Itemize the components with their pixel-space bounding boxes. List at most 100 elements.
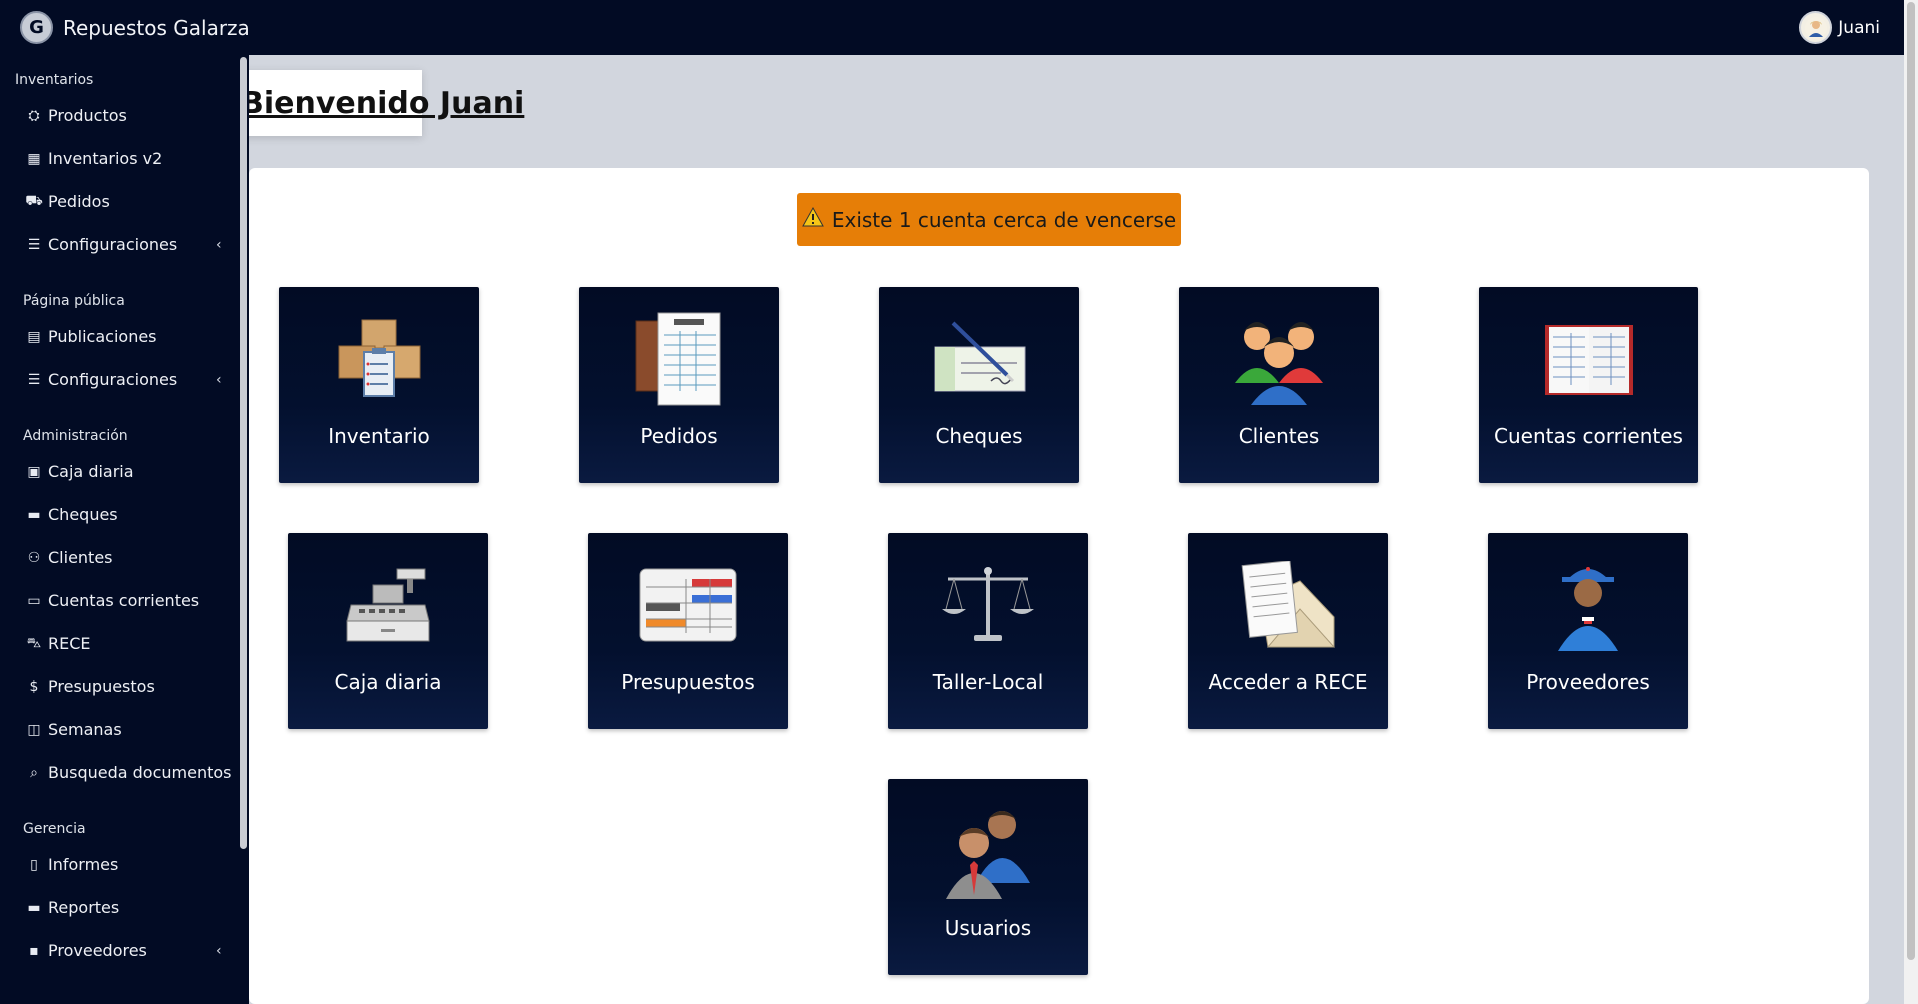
sidebar-item-reportes[interactable]: ▬ Reportes — [0, 886, 249, 929]
sliders-icon: ☰ — [27, 236, 41, 253]
sidebar-item-label: Busqueda documentos — [48, 763, 232, 782]
tile-proveedores[interactable]: Proveedores — [1488, 533, 1688, 729]
tile-label: Clientes — [1238, 424, 1320, 448]
sidebar-item-label: Productos — [48, 106, 127, 125]
sidebar-item-label: Presupuestos — [48, 677, 155, 696]
grid-icon: ▦ — [27, 150, 41, 167]
sidebar-section-administracion: Administración — [23, 428, 128, 444]
receipt-envelope-icon — [1238, 555, 1338, 655]
sidebar-item-proveedores[interactable]: ▪ Proveedores ‹ — [0, 929, 249, 972]
sidebar-scrollbar[interactable] — [240, 57, 247, 849]
sidebar-section-inventarios: Inventarios — [15, 72, 94, 88]
sidebar-item-label: Inventarios v2 — [48, 149, 163, 168]
columns-icon: ◫ — [27, 721, 41, 738]
tile-label: Acceder a RECE — [1208, 670, 1368, 694]
dollar-icon: $ — [29, 678, 39, 695]
page-scrollbar-thumb[interactable] — [1907, 2, 1915, 960]
tile-clientes[interactable]: Clientes — [1179, 287, 1379, 483]
sidebar-item-rece[interactable]: ⛍ RECE — [0, 622, 249, 665]
sidebar-item-cheques[interactable]: ▬ Cheques — [0, 493, 249, 536]
tile-cheques[interactable]: Cheques — [879, 287, 1079, 483]
search-icon: ⌕ — [30, 764, 38, 781]
cubes-icon: ⛭ — [28, 107, 40, 124]
folder-open-icon: ▭ — [27, 592, 41, 609]
truck-icon: ⛟ — [25, 192, 43, 209]
tile-acceder-rece[interactable]: Acceder a RECE — [1188, 533, 1388, 729]
sidebar-section-pagina-publica: Página pública — [23, 293, 125, 309]
sidebar-item-semanas[interactable]: ◫ Semanas — [0, 708, 249, 751]
sidebar-item-productos[interactable]: ⛭ Productos — [0, 94, 249, 137]
users-icon: ⚇ — [27, 549, 41, 566]
sidebar-item-inventarios-v2[interactable]: ▦ Inventarios v2 — [0, 137, 249, 180]
tile-label: Inventario — [328, 424, 430, 448]
brand-logo-icon: G — [20, 11, 53, 44]
tile-label: Taller-Local — [932, 670, 1044, 694]
top-navbar: G Repuestos Galarza Juani — [0, 0, 1904, 55]
tile-label: Caja diaria — [334, 670, 442, 694]
sidebar-item-label: Semanas — [48, 720, 122, 739]
brand[interactable]: G Repuestos Galarza — [0, 11, 250, 44]
chevron-left-icon: ‹ — [216, 371, 222, 388]
sidebar-item-label: Cuentas corrientes — [48, 591, 200, 610]
user-name: Juani — [1838, 17, 1880, 38]
tile-usuarios[interactable]: Usuarios — [888, 779, 1088, 975]
sidebar-section-gerencia: Gerencia — [23, 821, 86, 837]
sidebar-item-pedidos[interactable]: ⛟ Pedidos — [0, 180, 249, 223]
tile-label: Cheques — [935, 424, 1023, 448]
tile-caja-diaria[interactable]: Caja diaria — [288, 533, 488, 729]
store-icon: ▤ — [27, 328, 41, 345]
user-menu[interactable]: Juani — [1799, 11, 1904, 44]
sidebar-item-busqueda-documentos[interactable]: ⌕ Busqueda documentos — [0, 751, 249, 794]
delivery-man-icon — [1538, 555, 1638, 655]
tile-label: Pedidos — [640, 424, 718, 448]
cart-icon: ⛍ — [26, 634, 42, 651]
sidebar-item-presupuestos[interactable]: $ Presupuestos — [0, 665, 249, 708]
sidebar-item-label: Cheques — [48, 505, 118, 524]
tile-pedidos[interactable]: Pedidos — [579, 287, 779, 483]
sidebar-item-configuraciones-publica[interactable]: ☰ Configuraciones ‹ — [0, 358, 249, 401]
expiry-alert[interactable]: Existe 1 cuenta cerca de vencerse — [797, 193, 1181, 246]
ledger-book-icon — [1539, 309, 1639, 409]
tile-inventario[interactable]: Inventario — [279, 287, 479, 483]
sidebar-item-caja-diaria[interactable]: ▣ Caja diaria — [0, 450, 249, 493]
welcome-title: Bienvenido Juani — [241, 86, 525, 121]
chevron-left-icon: ‹ — [216, 236, 222, 253]
cash-register-icon: ▣ — [27, 463, 41, 480]
quote-table-icon — [638, 555, 738, 655]
order-form-icon — [629, 309, 729, 409]
tile-label: Cuentas corrientes — [1494, 424, 1683, 448]
cash-register-icon — [338, 555, 438, 655]
sidebar-item-label: Proveedores — [48, 941, 147, 960]
sidebar-item-label: Configuraciones — [48, 370, 178, 389]
tile-taller-local[interactable]: Taller-Local — [888, 533, 1088, 729]
sidebar-item-label: RECE — [48, 634, 91, 653]
sidebar-item-label: Pedidos — [48, 192, 110, 211]
chevron-left-icon: ‹ — [216, 942, 222, 959]
tile-label: Usuarios — [944, 916, 1032, 940]
money-check-icon: ▬ — [27, 506, 41, 523]
sidebar-item-configuraciones-inventarios[interactable]: ☰ Configuraciones ‹ — [0, 223, 249, 266]
sidebar-item-label: Caja diaria — [48, 462, 134, 481]
sidebar-item-label: Configuraciones — [48, 235, 178, 254]
tile-label: Presupuestos — [621, 670, 755, 694]
id-badge-icon: ▪ — [29, 942, 39, 959]
user-avatar-icon — [1799, 11, 1833, 44]
sidebar-item-informes[interactable]: ▯ Informes — [0, 843, 249, 886]
sidebar-item-label: Informes — [48, 855, 119, 874]
file-icon: ▯ — [30, 856, 38, 873]
tile-label: Proveedores — [1526, 670, 1650, 694]
sidebar-item-cuentas-corrientes[interactable]: ▭ Cuentas corrientes — [0, 579, 249, 622]
customers-group-icon — [1229, 309, 1329, 409]
tile-presupuestos[interactable]: Presupuestos — [588, 533, 788, 729]
boxes-clipboard-icon — [329, 309, 429, 409]
sliders-icon: ☰ — [27, 371, 41, 388]
sidebar-item-label: Clientes — [48, 548, 113, 567]
money-check-icon: ▬ — [27, 899, 41, 916]
page-scrollbar[interactable] — [1904, 0, 1918, 1004]
sidebar-item-clientes[interactable]: ⚇ Clientes — [0, 536, 249, 579]
tile-cuentas-corrientes[interactable]: Cuentas corrientes — [1479, 287, 1698, 483]
balance-scale-icon — [938, 555, 1038, 655]
warning-icon — [802, 206, 824, 232]
check-pen-icon — [929, 309, 1029, 409]
sidebar-item-publicaciones[interactable]: ▤ Publicaciones — [0, 315, 249, 358]
